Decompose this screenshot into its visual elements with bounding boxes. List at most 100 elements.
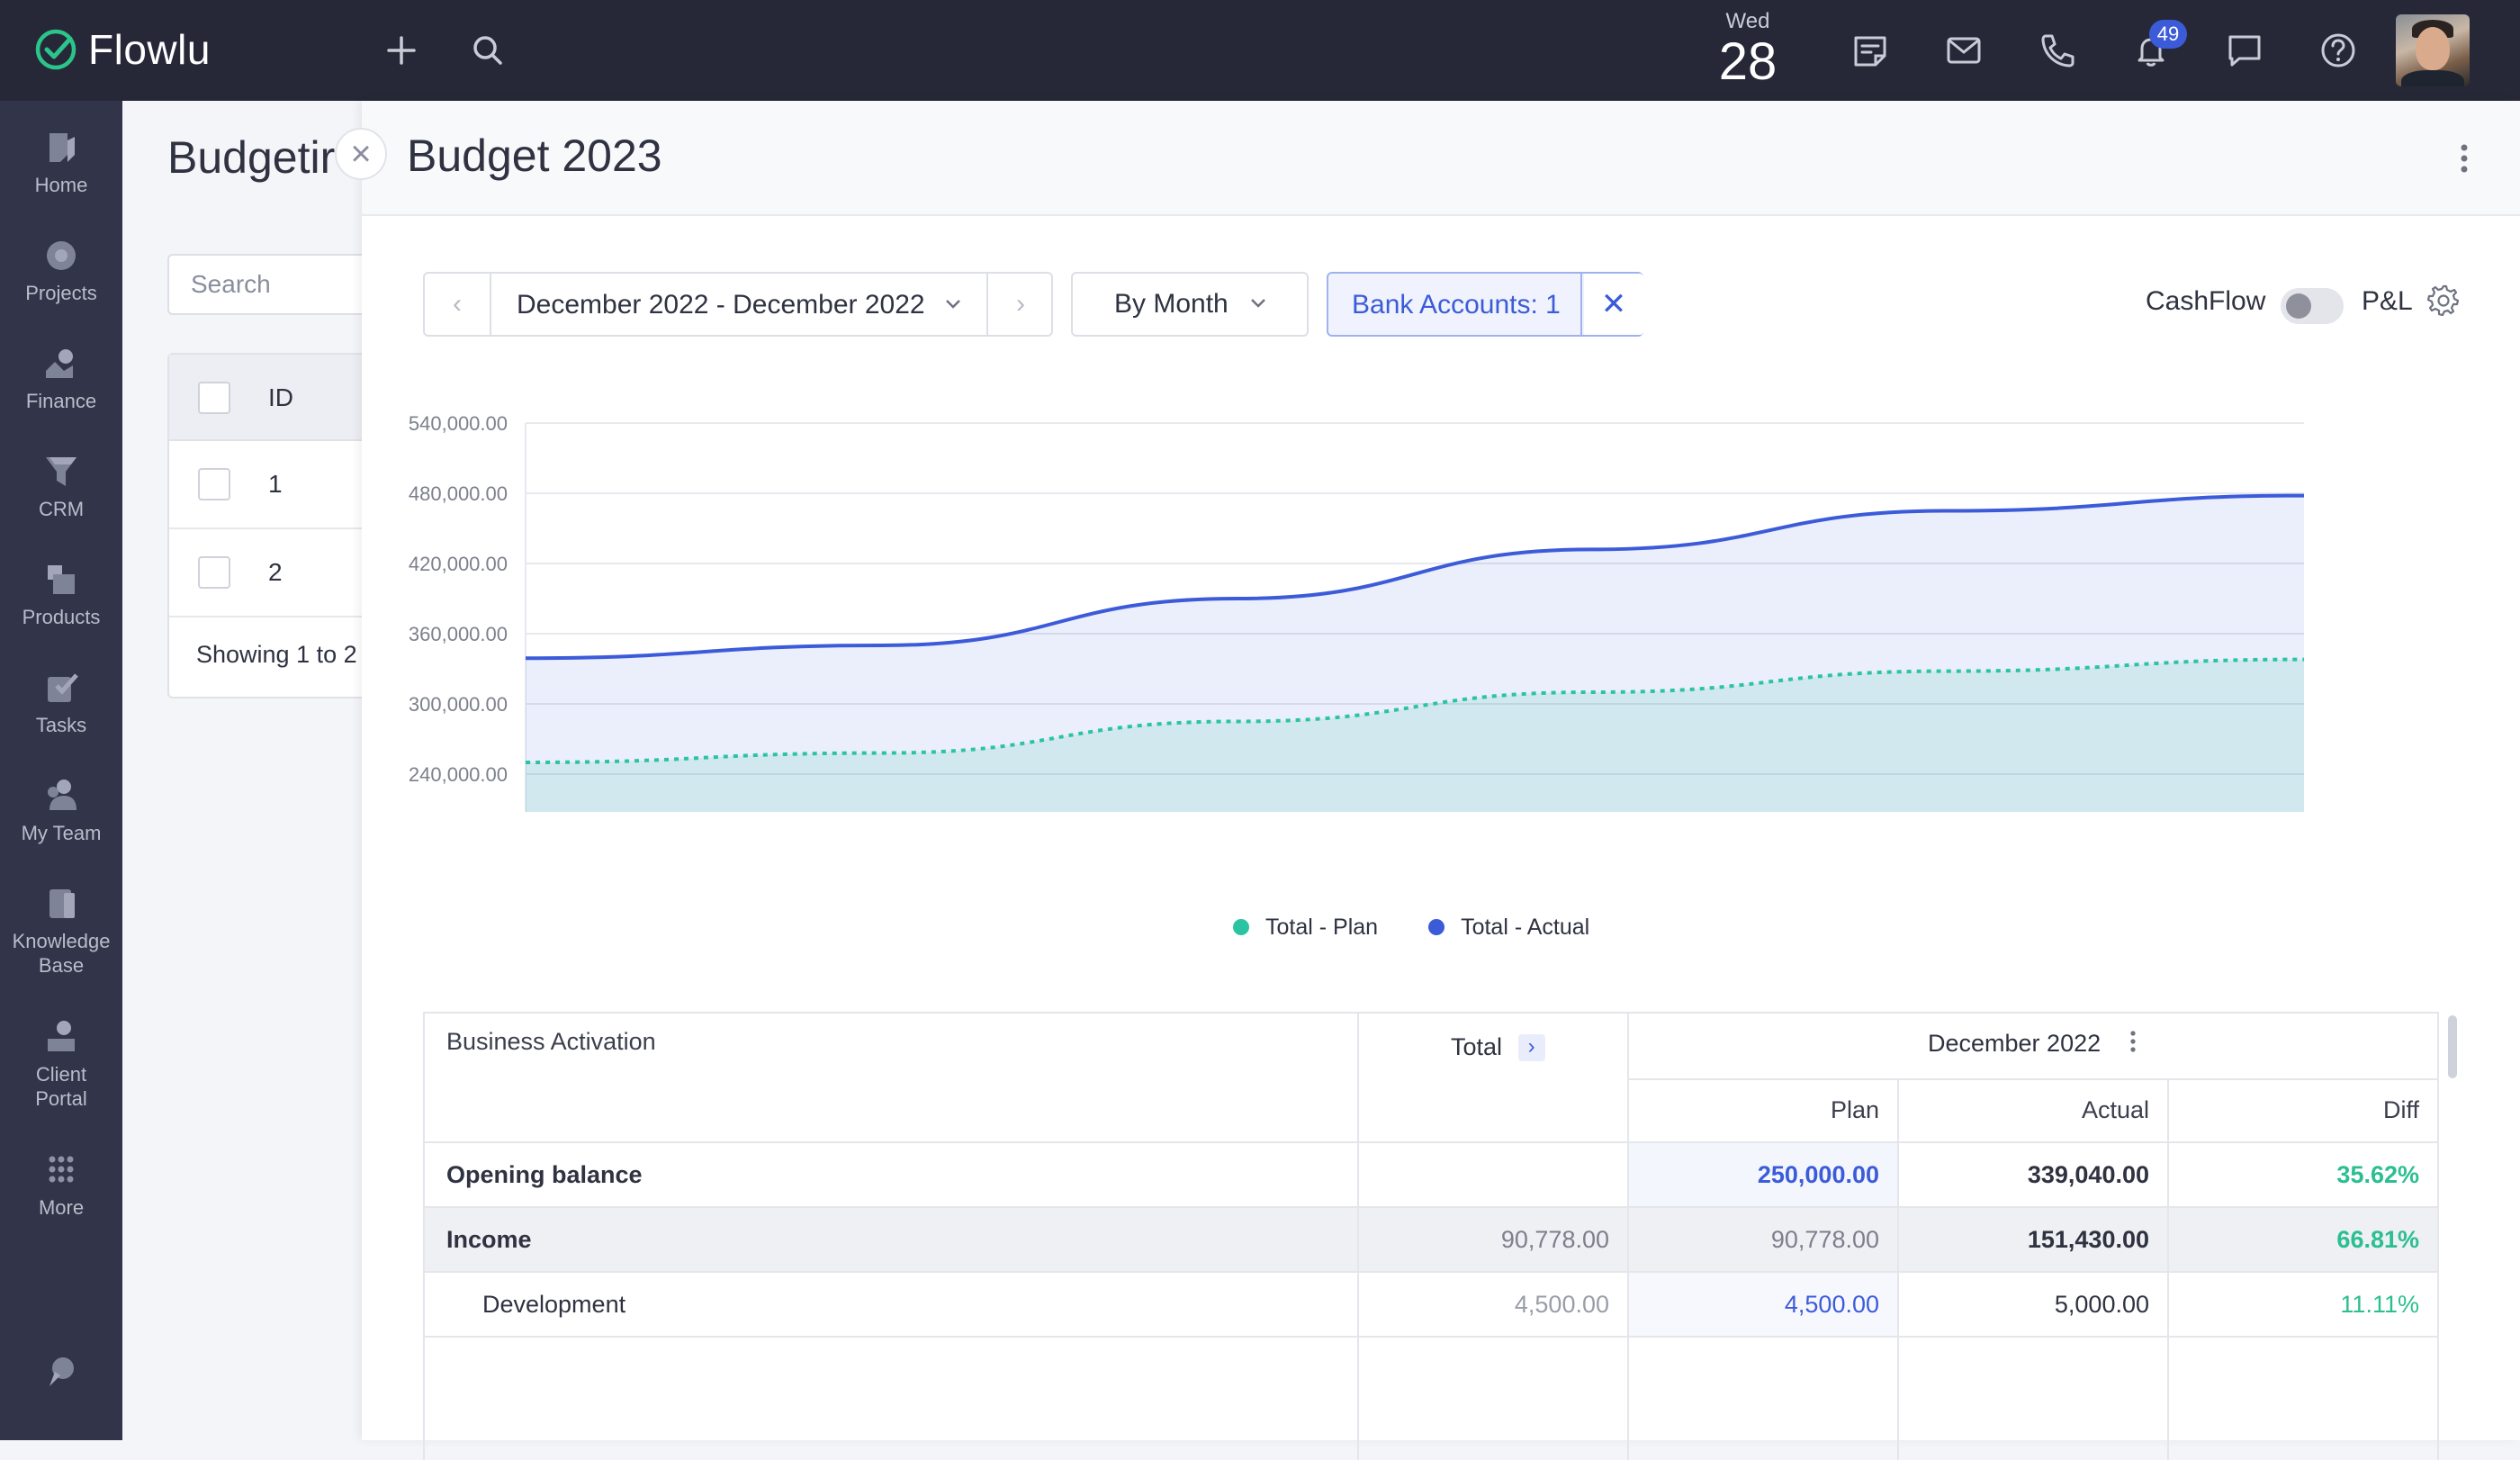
diff-value: 35.62% [2169, 1161, 2419, 1189]
budget-list-search-input[interactable]: Search [167, 254, 383, 315]
sidebar-item-finance[interactable]: Finance [0, 344, 122, 413]
pagination-info: Showing 1 to 2 [196, 641, 357, 669]
budget-chart: 540,000.00480,000.00420,000.00360,000.00… [398, 380, 2468, 812]
table-row[interactable]: 1 [169, 441, 382, 529]
sidebar-item-label: Projects [25, 282, 96, 304]
legend-item-actual[interactable]: Total - Actual [1428, 915, 1589, 941]
row-id: 2 [268, 558, 283, 587]
sidebar-item-tasks[interactable]: Tasks [0, 668, 122, 737]
phone-icon[interactable] [2032, 25, 2083, 76]
envelope-icon[interactable] [1939, 25, 1989, 76]
team-icon [40, 776, 82, 816]
close-icon: × [350, 136, 371, 172]
total-column-header[interactable]: Total › [1451, 1033, 1545, 1061]
y-tick-label: 300,000.00 [409, 693, 508, 716]
column-header-id: ID [268, 383, 293, 412]
bank-accounts-filter[interactable]: Bank Accounts: 1 ✕ [1327, 272, 1643, 337]
chat-bubble-icon[interactable] [2219, 25, 2270, 76]
products-icon [40, 560, 82, 599]
y-tick-label: 420,000.00 [409, 553, 508, 575]
sidebar-item-more[interactable]: More [0, 1150, 122, 1220]
table-header: ID [169, 355, 382, 441]
table-scrollbar[interactable] [2448, 1015, 2457, 1078]
more-grid-icon [40, 1150, 82, 1190]
select-all-checkbox[interactable] [198, 382, 230, 414]
gear-icon[interactable] [2425, 281, 2462, 319]
chevron-right-icon: › [1016, 289, 1025, 320]
sidebar-item-projects[interactable]: Projects [0, 236, 122, 305]
next-period-button[interactable]: › [988, 274, 1053, 335]
date-widget[interactable]: Wed 28 [1712, 9, 1784, 88]
flowlu-logo[interactable]: Flowlu [34, 25, 211, 74]
client-portal-icon [40, 1017, 82, 1057]
row-id: 1 [268, 470, 283, 499]
date-range-label[interactable]: December 2022 - December 2022 [517, 290, 963, 320]
clear-filter-button[interactable]: ✕ [1584, 274, 1643, 335]
y-tick-label: 240,000.00 [409, 763, 508, 786]
budget-list-table: ID 1 2 Showing 1 to 2 [167, 353, 383, 698]
actual-value: 151,430.00 [1899, 1226, 2149, 1254]
row-checkbox[interactable] [198, 556, 230, 589]
search-icon[interactable] [463, 25, 513, 76]
sidebar-item-label: Finance [26, 390, 96, 412]
check-circle-icon [34, 28, 77, 71]
chevron-right-icon[interactable]: › [1518, 1034, 1545, 1061]
more-options-icon[interactable] [2446, 140, 2482, 176]
sidebar-item-my-team[interactable]: My Team [0, 776, 122, 845]
period-column-menu-icon[interactable] [2129, 1030, 2137, 1058]
plan-column-header: Plan [1629, 1096, 1879, 1124]
notes-icon[interactable] [1845, 25, 1895, 76]
row-checkbox[interactable] [198, 468, 230, 500]
sidebar-item-home[interactable]: Home [0, 128, 122, 197]
sidebar-item-client-portal[interactable]: Client Portal [0, 1017, 122, 1111]
sidebar-item-label: Home [35, 174, 88, 196]
y-tick-label: 540,000.00 [409, 412, 508, 435]
sidebar-item-crm[interactable]: CRM [0, 452, 122, 521]
budget-detail-panel: × Budget 2023 ‹ December 2022 - December… [362, 101, 2520, 1440]
bank-accounts-filter-label: Bank Accounts: 1 [1352, 290, 1561, 320]
legend-dot [1233, 919, 1249, 935]
notification-count-badge: 49 [2149, 20, 2187, 49]
legend-item-plan[interactable]: Total - Plan [1233, 915, 1378, 941]
chevron-down-icon [1248, 297, 1268, 310]
period-column-header: December 2022 [1928, 1030, 2101, 1058]
actual-value: 339,040.00 [1899, 1161, 2149, 1189]
date-range-value: December 2022 - December 2022 [517, 290, 925, 320]
close-panel-button[interactable]: × [335, 128, 387, 180]
plan-value[interactable]: 250,000.00 [1629, 1161, 1879, 1189]
top-bar: Flowlu Wed 28 49 [0, 0, 2520, 101]
legend-label: Total - Plan [1265, 915, 1378, 940]
user-avatar[interactable] [2396, 14, 2470, 86]
sidebar: Home Projects Finance CRM Products Tasks… [0, 101, 122, 1440]
question-circle-icon[interactable] [2313, 25, 2363, 76]
total-label: Total [1451, 1033, 1502, 1060]
pl-label: P&L [2362, 286, 2413, 317]
sidebar-item-label: Knowledge [13, 930, 111, 952]
sidebar-item-label-line2: Portal [35, 1087, 86, 1110]
plus-icon[interactable] [376, 25, 427, 76]
app-name: Flowlu [88, 25, 211, 74]
diff-value: 66.81% [2169, 1226, 2419, 1254]
home-icon [40, 128, 82, 167]
actual-value: 5,000.00 [1899, 1291, 2149, 1319]
cashflow-pl-toggle[interactable] [2281, 288, 2344, 324]
y-tick-label: 480,000.00 [409, 482, 508, 505]
sidebar-item-label: Products [22, 606, 101, 628]
period-grouping-select[interactable]: By Month [1071, 272, 1309, 337]
projects-icon [40, 236, 82, 275]
detail-header: × Budget 2023 [362, 101, 2520, 216]
row-label: Opening balance [446, 1161, 643, 1189]
chevron-down-icon [943, 298, 963, 311]
date-range-picker[interactable]: ‹ December 2022 - December 2022 › [423, 272, 1053, 337]
budget-list-title: Budgetir [167, 131, 335, 184]
date-number: 28 [1712, 36, 1784, 88]
sidebar-item-knowledge-base[interactable]: Knowledge Base [0, 884, 122, 978]
sidebar-item-label: Tasks [36, 714, 86, 736]
sidebar-settings-icon[interactable] [0, 1352, 122, 1397]
sidebar-item-products[interactable]: Products [0, 560, 122, 629]
legend-dot [1428, 919, 1444, 935]
cashflow-label: CashFlow [2146, 286, 2265, 317]
previous-period-button[interactable]: ‹ [425, 274, 490, 335]
plan-value[interactable]: 4,500.00 [1629, 1291, 1879, 1319]
table-row[interactable]: 2 [169, 529, 382, 617]
